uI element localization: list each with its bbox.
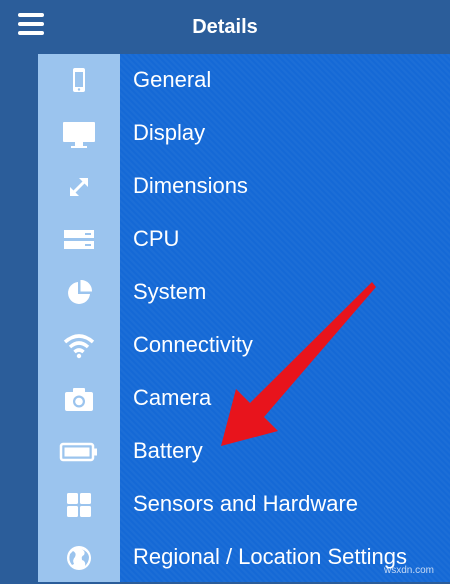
wifi-icon: [38, 319, 120, 372]
menu-item-system[interactable]: System: [38, 266, 450, 319]
menu-item-label: System: [133, 279, 207, 304]
camera-icon: [38, 372, 120, 425]
menu-item-camera[interactable]: Camera: [38, 372, 450, 425]
phone-icon: [38, 54, 120, 107]
menu-item-battery[interactable]: Battery: [38, 425, 450, 478]
monitor-icon: [38, 107, 120, 160]
battery-icon: [38, 425, 120, 478]
menu-item-connectivity[interactable]: Connectivity: [38, 319, 450, 372]
menu-item-label: Dimensions: [133, 173, 248, 198]
menu-item-display[interactable]: Display: [38, 107, 450, 160]
resize-arrows-icon: [38, 160, 120, 213]
page-title: Details: [192, 16, 258, 38]
menu-item-general[interactable]: General: [38, 54, 450, 107]
menu-item-label: Sensors and Hardware: [133, 491, 359, 516]
menu-item-cpu[interactable]: CPU: [38, 213, 450, 266]
server-icon: [38, 213, 120, 266]
top-bar: Details: [0, 0, 450, 54]
globe-icon: [38, 531, 120, 584]
left-strip: [0, 54, 38, 582]
menu-item-label: Battery: [133, 438, 203, 463]
watermark: wsxdn.com: [384, 565, 435, 576]
menu-item-label: Display: [133, 120, 206, 145]
menu-item-label: General: [133, 67, 212, 92]
menu-item-label: Connectivity: [133, 332, 253, 357]
menu-item-sensors-and-hardware[interactable]: Sensors and Hardware: [38, 478, 450, 531]
menu-item-regional-location-settings[interactable]: Regional / Location Settings: [38, 531, 450, 584]
pie-chart-icon: [38, 266, 120, 319]
grid-icon: [38, 478, 120, 531]
menu-item-label: Camera: [133, 385, 212, 410]
menu-item-dimensions[interactable]: Dimensions: [38, 160, 450, 213]
menu-item-label: Regional / Location Settings: [133, 544, 407, 569]
menu-item-label: CPU: [133, 226, 180, 251]
